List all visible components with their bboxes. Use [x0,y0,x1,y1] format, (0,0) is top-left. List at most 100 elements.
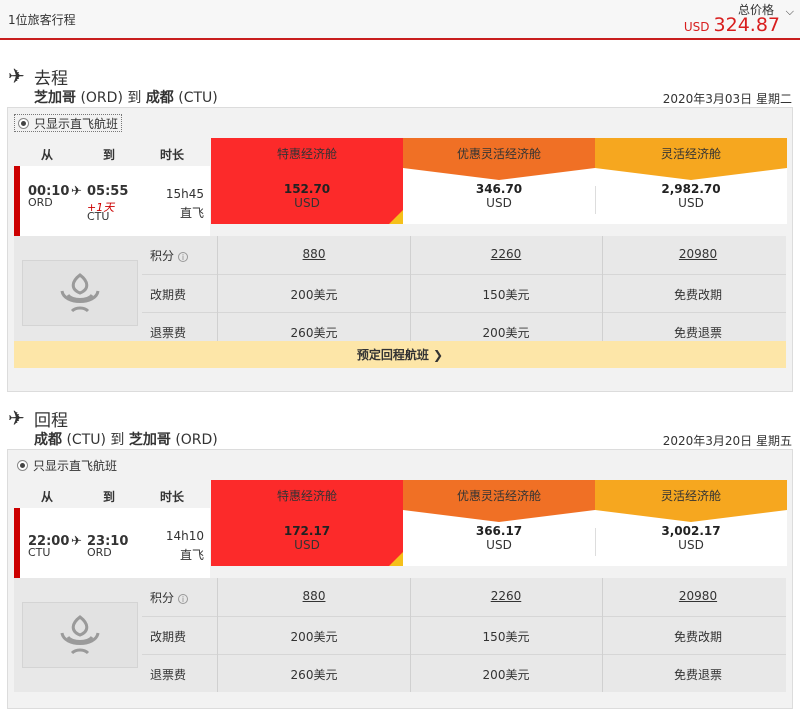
direct-only-toggle[interactable]: 只显示直飞航班 [14,456,120,474]
fare-option-saver[interactable]: 特惠经济舱 172.17 USD [211,480,403,578]
selected-corner-icon [389,210,403,224]
tab-pointer [595,510,787,522]
arrow-plane-icon: ✈ [71,534,82,549]
points-value[interactable]: 880 [218,589,410,603]
fare-option-value-flex[interactable]: 优惠灵活经济舱 346.70 USD [403,138,595,236]
fare-name: 特惠经济舱 [211,138,403,168]
change-fee-value: 免费改期 [673,630,722,644]
fare-name: 特惠经济舱 [211,480,403,510]
points-label: 积分 i [150,589,189,606]
arrive-airport: CTU [87,210,110,223]
refund-fee-value: 260美元 [290,668,338,682]
airline-logo [22,260,138,326]
fare-currency: USD [294,196,320,210]
fare-amount: 346.70 [475,182,523,196]
info-icon[interactable]: i [178,593,189,604]
depart-airport: ORD [28,196,53,209]
direct-only-toggle[interactable]: 只显示直飞航班 [14,114,123,132]
tab-pointer [403,510,595,522]
direct-only-label: 只显示直飞航班 [33,458,118,473]
points-value[interactable]: 880 [218,247,410,261]
fare-name: 优惠灵活经济舱 [403,138,595,168]
outbound-header: ✈ 去程 芝加哥 (ORD) 到 成都 (CTU) 2020年3月03日 星期二 [8,62,792,108]
selected-indicator [14,508,20,578]
col-duration: 时长 [160,490,185,504]
fare-currency: USD [294,538,320,552]
col-to: 到 [103,148,116,162]
outbound-date: 2020年3月03日 星期二 [662,92,792,106]
refund-fee-label: 退票费 [150,668,187,682]
stops: 直飞 [179,206,204,220]
change-fee-value: 150美元 [482,630,530,644]
fare-option-flex[interactable]: 灵活经济舱 2,982.70 USD [595,138,787,236]
refund-fee-label: 退票费 [150,326,187,340]
points-value[interactable]: 2260 [410,589,602,603]
change-fee-row: 改期费 200美元 150美元 免费改期 [142,274,786,312]
divider [217,578,218,692]
fare-amount: 366.17 [475,524,523,538]
fare-currency: USD [678,196,704,210]
info-icon[interactable]: i [178,251,189,262]
points-row: 积分 i 880 2260 20980 [142,236,786,274]
divider [595,186,596,214]
fare-currency: USD [486,196,512,210]
radio-icon[interactable] [18,117,29,129]
points-value[interactable]: 2260 [410,247,602,261]
fare-name: 优惠灵活经济舱 [403,480,595,510]
fare-amount: 172.17 [283,524,331,538]
refund-fee-value: 260美元 [290,326,338,340]
change-fee-value: 免费改期 [673,288,722,302]
fare-option-saver[interactable]: 特惠经济舱 152.70 USD [211,138,403,236]
refund-fee-row: 退票费 260美元 200美元 免费退票 [142,654,786,692]
outbound-label: 去程 [34,69,68,89]
change-fee-row: 改期费 200美元 150美元 免费改期 [142,616,786,654]
points-row: 积分 i 880 2260 20980 [142,578,786,616]
airline-logo [22,602,138,668]
destination-code: (ORD) [175,432,218,448]
points-label: 积分 i [150,247,189,264]
fare-amount: 3,002.17 [661,524,721,538]
selected-indicator [14,166,20,236]
plane-icon: ✈ [8,64,25,88]
route-connector: 到 [127,90,142,106]
divider [410,578,411,692]
fare-details: 积分 i 880 2260 20980 改期费 200美元 150美元 免费改期 … [14,578,786,692]
return-panel: 只显示直飞航班 从 到 时长 22:00 CTU ✈ 23:10 ORD 14h… [7,449,793,709]
divider [410,236,411,350]
return-date: 2020年3月20日 星期五 [662,434,792,448]
return-label: 回程 [34,411,68,431]
flight-row[interactable]: 00:10 ORD ✈ 05:55 +1天 CTU 15h45 直飞 [14,166,210,236]
fare-name: 灵活经济舱 [595,138,787,168]
selected-corner-icon [389,552,403,566]
route-connector: 到 [110,432,125,448]
return-route: 成都 (CTU) 到 芝加哥 (ORD) [34,429,218,449]
refund-fee-value: 200美元 [482,668,530,682]
fare-name: 灵活经济舱 [595,480,787,510]
fare-option-flex[interactable]: 灵活经济舱 3,002.17 USD [595,480,787,578]
change-fee-value: 200美元 [290,630,338,644]
change-fee-value: 200美元 [290,288,338,302]
duration: 14h10 [165,529,204,543]
arrive-airport: ORD [87,546,112,559]
points-value[interactable]: 20980 [602,247,794,261]
fare-option-value-flex[interactable]: 优惠灵活经济舱 366.17 USD [403,480,595,578]
origin-city: 芝加哥 [34,90,76,106]
divider [217,236,218,350]
return-header: ✈ 回程 成都 (CTU) 到 芝加哥 (ORD) 2020年3月20日 星期五 [8,404,792,450]
destination-code: (CTU) [178,90,218,106]
tab-pointer [403,168,595,180]
book-return-button[interactable]: 预定回程航班 ❯ [14,341,786,368]
destination-city: 芝加哥 [128,432,171,448]
refund-fee-value: 免费退票 [673,326,722,340]
tab-pointer [595,168,787,180]
total-amount: 324.87 [713,14,780,36]
col-duration: 时长 [160,148,185,162]
origin-city: 成都 [34,432,62,448]
summary-bar[interactable]: 1位旅客行程 总价格 ⌵ USD 324.87 [0,0,800,40]
plane-icon: ✈ [8,406,25,430]
radio-icon[interactable] [17,459,28,471]
total-currency: USD [683,20,710,34]
chevron-down-icon[interactable]: ⌵ [786,5,794,19]
points-value[interactable]: 20980 [602,589,794,603]
flight-row[interactable]: 22:00 CTU ✈ 23:10 ORD 14h10 直飞 [14,508,210,578]
